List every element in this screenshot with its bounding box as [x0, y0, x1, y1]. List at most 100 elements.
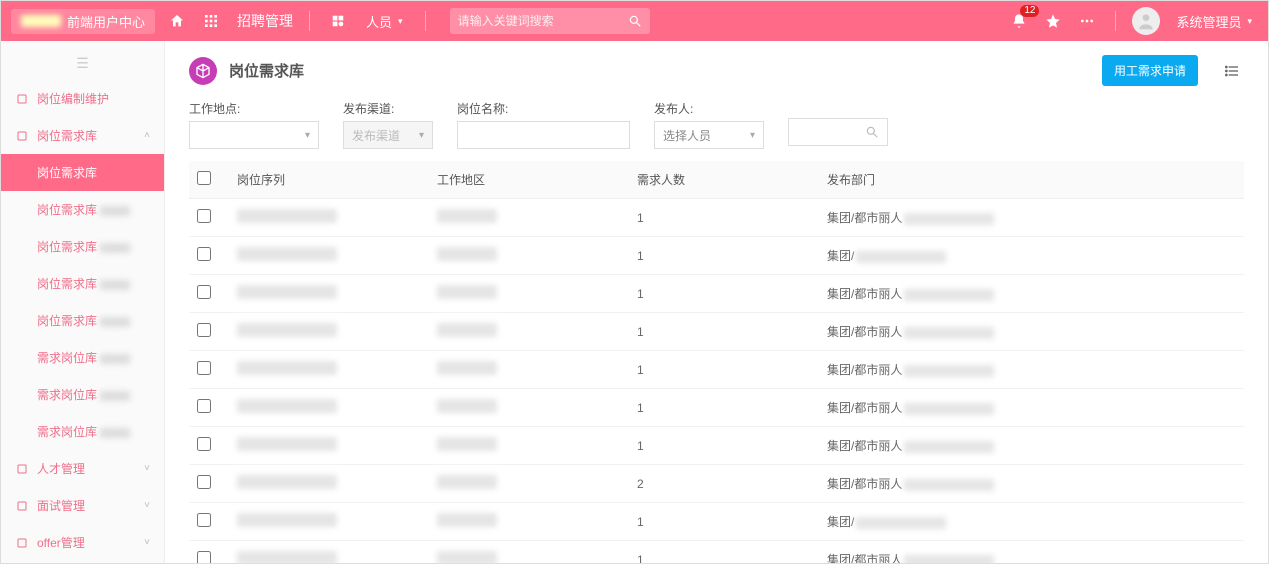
scope-dropdown[interactable]: 人员 ▾	[360, 12, 409, 31]
sidebar-item[interactable]: 需求岗位库	[1, 376, 164, 413]
redacted-dept-tail	[904, 327, 994, 339]
sidebar-collapse-icon[interactable]: ☰	[1, 51, 164, 80]
list-view-icon[interactable]	[1220, 59, 1244, 83]
sidebar-group[interactable]: offer管理˅	[1, 524, 164, 561]
star-icon[interactable]	[1041, 9, 1065, 33]
filter-search-wrap	[788, 100, 888, 146]
table-row[interactable]: 1集团/	[189, 503, 1244, 541]
table-row[interactable]: 1集团/都市丽人	[189, 351, 1244, 389]
table-row[interactable]: 1集团/都市丽人	[189, 541, 1244, 564]
cell-dept: 集团/都市丽人	[819, 389, 1244, 427]
notifications-icon[interactable]: 12	[1007, 9, 1031, 33]
table-row[interactable]: 2集团/都市丽人	[189, 465, 1244, 503]
cell-count: 1	[629, 351, 819, 389]
col-seq: 岗位序列	[229, 161, 429, 199]
col-region: 工作地区	[429, 161, 629, 199]
sidebar: ☰ 岗位编制维护岗位需求库˄岗位需求库岗位需求库岗位需求库岗位需求库岗位需求库需…	[1, 41, 165, 563]
row-checkbox[interactable]	[197, 551, 211, 563]
global-search-input[interactable]	[458, 14, 628, 28]
redacted-dept-tail	[856, 251, 946, 263]
cell-count: 1	[629, 237, 819, 275]
filter-channel-select[interactable]: 发布渠道▾	[343, 121, 433, 149]
row-checkbox[interactable]	[197, 247, 211, 261]
sidebar-item-label: 岗位需求库	[37, 166, 97, 180]
redacted-region	[437, 247, 497, 261]
row-checkbox[interactable]	[197, 361, 211, 375]
cell-dept: 集团/都市丽人	[819, 199, 1244, 237]
chevron-down-icon: ▾	[419, 130, 424, 141]
filter-workplace-select[interactable]: ▾	[189, 121, 319, 149]
brand[interactable]: 前端用户中心	[11, 9, 155, 34]
section-label: 招聘管理	[237, 11, 293, 31]
topbar-separator	[425, 11, 426, 31]
redacted-dept-tail	[904, 555, 994, 563]
avatar[interactable]	[1132, 7, 1160, 35]
cell-dept: 集团/都市丽人	[819, 275, 1244, 313]
sidebar-item[interactable]: 需求岗位库	[1, 339, 164, 376]
table-row[interactable]: 1集团/都市丽人	[189, 275, 1244, 313]
sidebar-item[interactable]: 岗位需求库	[1, 265, 164, 302]
redacted-seq	[237, 437, 337, 451]
more-icon[interactable]	[1075, 9, 1099, 33]
position-name-input[interactable]	[466, 128, 621, 142]
apps-icon[interactable]	[199, 9, 223, 33]
filter-workplace-label: 工作地点:	[189, 100, 319, 117]
row-checkbox[interactable]	[197, 323, 211, 337]
redacted-seq	[237, 209, 337, 223]
row-checkbox[interactable]	[197, 513, 211, 527]
table-row[interactable]: 1集团/都市丽人	[189, 389, 1244, 427]
sidebar-group-label: 岗位需求库	[37, 127, 97, 144]
row-checkbox[interactable]	[197, 285, 211, 299]
chevron-down-icon: ▾	[1247, 16, 1252, 27]
apply-button[interactable]: 用工需求申请	[1102, 55, 1198, 86]
row-checkbox[interactable]	[197, 437, 211, 451]
redacted-dept-tail	[904, 365, 994, 377]
sidebar-item[interactable]: 岗位需求库	[1, 228, 164, 265]
filter-channel-label: 发布渠道:	[343, 100, 433, 117]
sidebar-group-label: 人才管理	[37, 460, 85, 477]
table-row[interactable]: 1集团/都市丽人	[189, 199, 1244, 237]
filter-position-input[interactable]	[457, 121, 630, 149]
row-checkbox[interactable]	[197, 209, 211, 223]
redacted-seq	[237, 323, 337, 337]
col-dept: 发布部门	[819, 161, 1244, 199]
sidebar-group[interactable]: 面试管理˅	[1, 487, 164, 524]
chevron-down-icon: ▾	[750, 130, 755, 141]
sidebar-group[interactable]: 岗位编制维护	[1, 80, 164, 117]
redacted-dept-tail	[904, 289, 994, 301]
redacted-seq	[237, 475, 337, 489]
sidebar-item[interactable]: 需求岗位库	[1, 413, 164, 450]
sidebar-item[interactable]: 岗位需求库	[1, 302, 164, 339]
redacted-seq	[237, 399, 337, 413]
table-row[interactable]: 1集团/都市丽人	[189, 313, 1244, 351]
filter-search-button[interactable]	[788, 118, 888, 146]
table-row[interactable]: 1集团/都市丽人	[189, 427, 1244, 465]
sidebar-group[interactable]: 人才管理˅	[1, 450, 164, 487]
page-title: 岗位需求库	[229, 60, 304, 81]
sidebar-item-label: 岗位需求库	[37, 314, 97, 328]
redacted-dept-tail	[904, 403, 994, 415]
cell-count: 1	[629, 313, 819, 351]
cell-dept: 集团/都市丽人	[819, 427, 1244, 465]
sidebar-group-label: 岗位编制维护	[37, 90, 109, 107]
row-checkbox[interactable]	[197, 399, 211, 413]
table-row[interactable]: 1集团/	[189, 237, 1244, 275]
select-all-checkbox[interactable]	[197, 171, 211, 185]
topbar: 前端用户中心 招聘管理 人员 ▾ 12	[1, 1, 1268, 41]
chevron-down-icon: ▾	[305, 130, 310, 141]
scope-label: 人员	[366, 12, 392, 31]
sidebar-item[interactable]: 岗位需求库	[1, 191, 164, 228]
module-icon[interactable]	[326, 9, 350, 33]
row-checkbox[interactable]	[197, 475, 211, 489]
user-menu[interactable]: 系统管理员 ▾	[1170, 12, 1258, 31]
table-wrap[interactable]: 岗位序列 工作地区 需求人数 发布部门 1集团/都市丽人1集团/1集团/都市丽人…	[165, 161, 1268, 563]
filter-publisher-select[interactable]: 选择人员▾	[654, 121, 764, 149]
sidebar-item[interactable]: 岗位需求库	[1, 154, 164, 191]
redacted-text	[100, 391, 130, 401]
cell-count: 1	[629, 389, 819, 427]
chevron-icon: ˄	[144, 130, 150, 141]
folder-icon	[15, 500, 29, 512]
home-icon[interactable]	[165, 9, 189, 33]
sidebar-group[interactable]: 岗位需求库 ˄	[1, 117, 164, 154]
global-search[interactable]	[450, 8, 650, 34]
